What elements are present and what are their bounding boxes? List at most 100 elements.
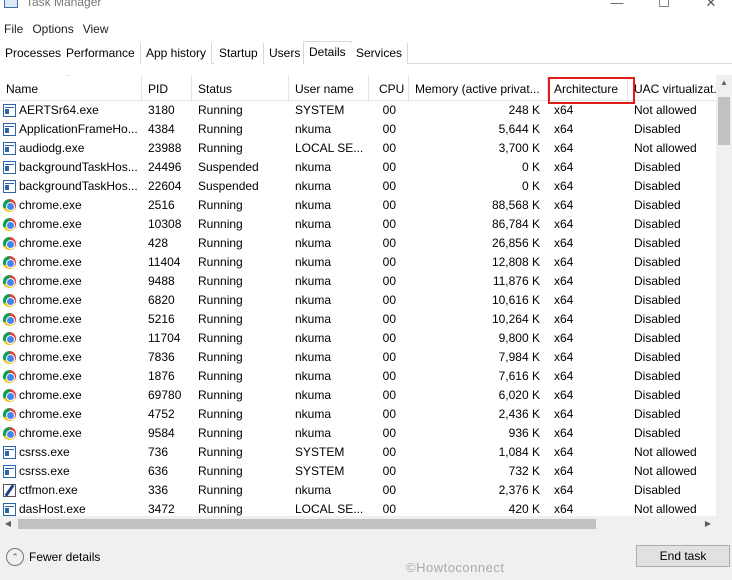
- cell-arch: x64: [554, 236, 574, 250]
- scroll-left-icon[interactable]: ◀: [0, 516, 16, 532]
- cell-user: nkuma: [295, 388, 332, 402]
- table-row[interactable]: backgroundTaskHos... 24496 Suspended nkuma 0…: [0, 158, 716, 177]
- table-row[interactable]: csrss.exe 636 Running SYSTEM 00 732 K x64 Not a…: [0, 462, 716, 481]
- table-row[interactable]: chrome.exe 4752 Running nkuma 00 2,436 K x64 Di…: [0, 405, 716, 424]
- menu-view[interactable]: View: [79, 19, 114, 39]
- cell-name: chrome.exe: [19, 312, 82, 326]
- cell-pid: 2516: [148, 198, 175, 212]
- cell-uac: Not allowed: [634, 464, 697, 478]
- scroll-right-icon[interactable]: ▶: [700, 516, 716, 532]
- window-app-icon: [3, 161, 16, 174]
- horizontal-scroll-thumb[interactable]: [18, 519, 596, 529]
- vertical-scroll-thumb[interactable]: [718, 97, 730, 145]
- table-row[interactable]: ctfmon.exe 336 Running nkuma 00 2,376 K x64 Dis…: [0, 481, 716, 500]
- table-row[interactable]: ApplicationFrameHo... 4384 Running nkuma 00 5…: [0, 120, 716, 139]
- column-header-pid[interactable]: PID: [142, 75, 192, 101]
- cell-name: csrss.exe: [19, 445, 70, 459]
- cell-name: chrome.exe: [19, 198, 82, 212]
- cell-user: nkuma: [295, 312, 332, 326]
- cell-cpu: 00: [382, 464, 396, 478]
- vertical-scrollbar[interactable]: ▲: [716, 75, 732, 516]
- table-row[interactable]: chrome.exe 2516 Running nkuma 00 88,568 K x64 D…: [0, 196, 716, 215]
- window-app-icon: [3, 123, 16, 136]
- cell-arch: x64: [554, 502, 574, 516]
- chrome-icon: [3, 351, 16, 364]
- tab-services[interactable]: Services: [351, 43, 409, 64]
- table-row[interactable]: backgroundTaskHos... 22604 Suspended nkuma 0…: [0, 177, 716, 196]
- cell-memory: 88,568 K: [491, 198, 540, 212]
- watermark: ©Howtoconnect: [406, 560, 505, 575]
- cell-memory: 5,644 K: [498, 122, 540, 136]
- tab-users[interactable]: Users: [264, 43, 307, 64]
- chrome-icon: [3, 408, 16, 421]
- table-row[interactable]: chrome.exe 7836 Running nkuma 00 7,984 K x64 Di…: [0, 348, 716, 367]
- table-row[interactable]: chrome.exe 11704 Running nkuma 00 9,800 K x64 D…: [0, 329, 716, 348]
- cell-uac: Disabled: [634, 407, 681, 421]
- cell-name: chrome.exe: [19, 217, 82, 231]
- table-row[interactable]: AERTSr64.exe 3180 Running SYSTEM 00 248 K x64 N…: [0, 101, 716, 120]
- column-header-memory[interactable]: Memory (active privat...: [409, 75, 548, 101]
- column-header-architecture[interactable]: Architecture: [548, 75, 628, 101]
- cell-uac: Not allowed: [634, 103, 697, 117]
- cell-pid: 7836: [148, 350, 175, 364]
- cell-uac: Disabled: [634, 274, 681, 288]
- column-header-name[interactable]: Name: [0, 75, 142, 101]
- table-row[interactable]: audiodg.exe 23988 Running LOCAL SE... 00 3,70…: [0, 139, 716, 158]
- cell-cpu: 00: [382, 217, 396, 231]
- cell-arch: x64: [554, 274, 574, 288]
- window-app-icon: [3, 465, 16, 478]
- cell-pid: 428: [148, 236, 169, 250]
- cell-user: nkuma: [295, 274, 332, 288]
- table-row[interactable]: dasHost.exe 3472 Running LOCAL SE... 00 420 K…: [0, 500, 716, 516]
- cell-cpu: 00: [382, 483, 396, 497]
- cell-name: AERTSr64.exe: [19, 103, 99, 117]
- tab-startup[interactable]: Startup: [214, 43, 264, 64]
- cell-pid: 24496: [148, 160, 182, 174]
- scroll-up-icon[interactable]: ▲: [716, 75, 732, 91]
- menu-options[interactable]: Options: [28, 19, 78, 39]
- footer-bar: ⌃ Fewer details End task: [0, 532, 732, 580]
- table-row[interactable]: chrome.exe 1876 Running nkuma 00 7,616 K x64 Di…: [0, 367, 716, 386]
- cell-status: Running: [198, 464, 243, 478]
- cell-name: ApplicationFrameHo...: [19, 122, 138, 136]
- table-row[interactable]: chrome.exe 9488 Running nkuma 00 11,876 K x64 D…: [0, 272, 716, 291]
- chrome-icon: [3, 313, 16, 326]
- scrollbar-corner: [716, 516, 732, 532]
- minimize-button[interactable]: —: [594, 0, 640, 12]
- table-row[interactable]: chrome.exe 9584 Running nkuma 00 936 K x64 Disa…: [0, 424, 716, 443]
- chrome-icon: [3, 199, 16, 212]
- cell-status: Running: [198, 426, 243, 440]
- tab-app-history[interactable]: App history: [141, 43, 213, 64]
- cell-cpu: 00: [382, 293, 396, 307]
- cell-user: SYSTEM: [295, 445, 345, 459]
- fewer-details-toggle[interactable]: ⌃ Fewer details: [6, 547, 100, 567]
- table-row[interactable]: chrome.exe 428 Running nkuma 00 26,856 K x64 Di…: [0, 234, 716, 253]
- table-row[interactable]: chrome.exe 11404 Running nkuma 00 12,808 K x64…: [0, 253, 716, 272]
- maximize-button[interactable]: ☐: [641, 0, 687, 12]
- menu-bar: File Options View: [0, 19, 732, 39]
- column-header-status[interactable]: Status: [192, 75, 289, 101]
- cell-memory: 420 K: [508, 502, 540, 516]
- column-header-user-name[interactable]: User name: [289, 75, 369, 101]
- table-row[interactable]: chrome.exe 5216 Running nkuma 00 10,264 K x64 D…: [0, 310, 716, 329]
- table-row[interactable]: chrome.exe 69780 Running nkuma 00 6,020 K x64 D…: [0, 386, 716, 405]
- cell-user: nkuma: [295, 331, 332, 345]
- table-row[interactable]: csrss.exe 736 Running SYSTEM 00 1,084 K x64 Not…: [0, 443, 716, 462]
- tab-performance[interactable]: Performance: [61, 43, 141, 64]
- table-row[interactable]: chrome.exe 6820 Running nkuma 00 10,616 K x64 D…: [0, 291, 716, 310]
- horizontal-scrollbar[interactable]: ◀ ▶: [0, 516, 716, 532]
- column-header-uac-virtualization[interactable]: UAC virtualizat...: [628, 75, 716, 101]
- column-header-cpu[interactable]: CPU: [369, 75, 409, 101]
- cell-cpu: 00: [382, 388, 396, 402]
- window-app-icon: [3, 180, 16, 193]
- cell-memory: 248 K: [508, 103, 540, 117]
- cell-cpu: 00: [382, 312, 396, 326]
- end-task-button[interactable]: End task: [636, 545, 730, 567]
- tab-processes[interactable]: Processes: [0, 43, 68, 64]
- cell-cpu: 00: [382, 274, 396, 288]
- cell-user: nkuma: [295, 350, 332, 364]
- table-row[interactable]: chrome.exe 10308 Running nkuma 00 86,784 K x64…: [0, 215, 716, 234]
- tab-details[interactable]: Details: [303, 41, 352, 65]
- close-button[interactable]: ✕: [688, 0, 732, 12]
- menu-file[interactable]: File: [0, 19, 28, 39]
